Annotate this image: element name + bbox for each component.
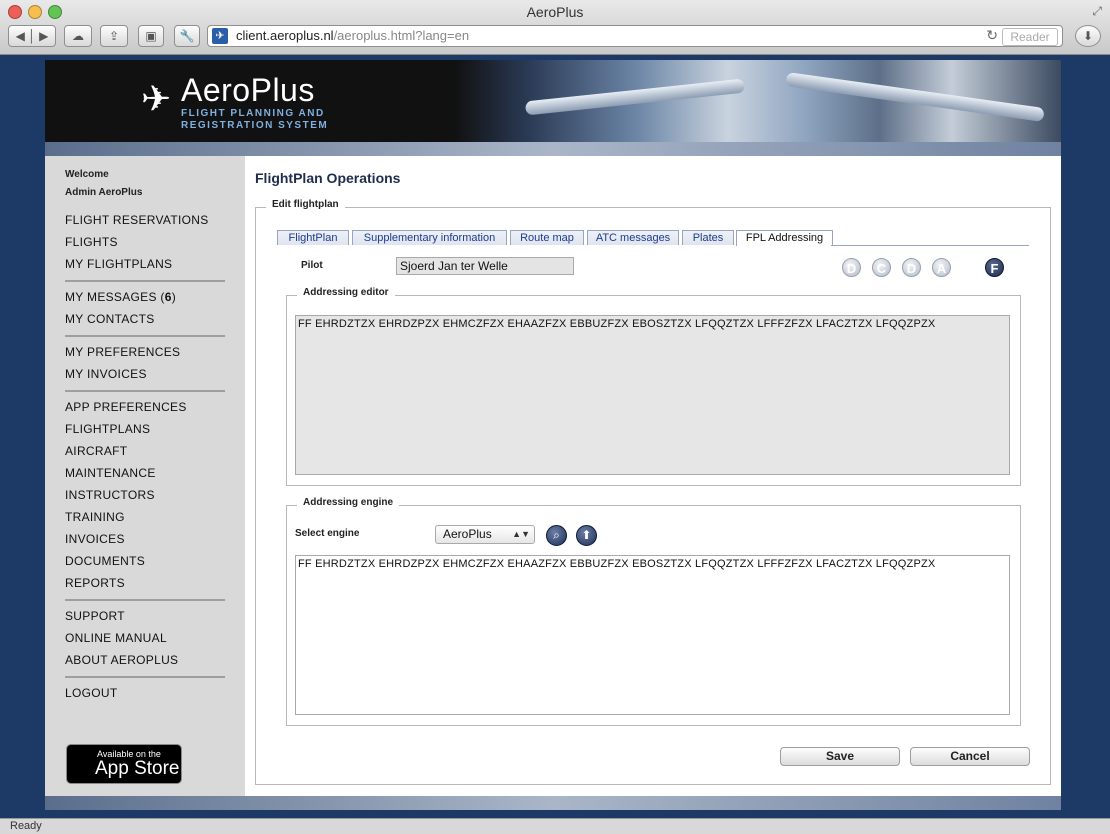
- propeller-blade-right: [785, 71, 1045, 123]
- browser-titlebar: AeroPlus ⤢ ◀ │ ▶ ☁ ⇪ ▣ 🔧 ✈ client.aeropl…: [0, 0, 1110, 55]
- save-button[interactable]: Save: [780, 747, 900, 766]
- tab-fpl-addressing[interactable]: FPL Addressing: [736, 230, 833, 246]
- sidebar-item-logout[interactable]: LOGOUT: [65, 686, 117, 700]
- tagline-line2: REGISTRATION SYSTEM: [181, 120, 329, 131]
- tagline-line1: FLIGHT PLANNING AND: [181, 108, 325, 119]
- sidebar-item-online-manual[interactable]: ONLINE MANUAL: [65, 631, 167, 645]
- sidebar-item-about-aeroplus[interactable]: ABOUT AEROPLUS: [65, 653, 178, 667]
- url-text[interactable]: client.aeroplus.nl/aeroplus.html?lang=en: [236, 28, 469, 43]
- tab-atc-messages[interactable]: ATC messages: [587, 230, 679, 245]
- my-messages-label: MY MESSAGES: [65, 290, 157, 304]
- sidebar-item-aircraft[interactable]: AIRCRAFT: [65, 444, 127, 458]
- sidebar-item-app-preferences[interactable]: APP PREFERENCES: [65, 400, 187, 414]
- tab-route-map[interactable]: Route map: [510, 230, 584, 245]
- site-banner: ✈ AeroPlus FLIGHT PLANNING AND REGISTRAT…: [45, 60, 1061, 142]
- sidebar-divider: [65, 390, 225, 392]
- sidebar-item-support[interactable]: SUPPORT: [65, 609, 125, 623]
- cancel-button[interactable]: Cancel: [910, 747, 1030, 766]
- sidebar-divider: [65, 280, 225, 282]
- tab-bar-baseline: [831, 245, 1029, 246]
- sidebar-divider: [65, 676, 225, 678]
- status-bar: Ready: [0, 818, 1110, 834]
- user-name: Admin AeroPlus: [65, 187, 143, 198]
- page-title: FlightPlan Operations: [255, 170, 401, 186]
- share-button[interactable]: ⇪: [100, 25, 128, 47]
- sidebar-item-reports[interactable]: REPORTS: [65, 576, 125, 590]
- addressing-engine-legend: Addressing engine: [297, 497, 400, 508]
- tools-button[interactable]: 🔧: [174, 25, 200, 47]
- screenshot-icon: ▣: [145, 29, 157, 43]
- logo-tagline: FLIGHT PLANNING AND REGISTRATION SYSTEM: [181, 108, 361, 132]
- engine-select-value: AeroPlus: [443, 527, 492, 541]
- sidebar-divider: [65, 599, 225, 601]
- status-c-icon[interactable]: C: [872, 258, 891, 277]
- cloud-icon: ☁: [72, 29, 84, 43]
- sidebar-item-flights[interactable]: FLIGHTS: [65, 235, 118, 249]
- sidebar-item-my-flightplans[interactable]: MY FLIGHTPLANS: [65, 257, 172, 271]
- footer-band: [45, 796, 1061, 810]
- reload-icon[interactable]: ↻: [986, 27, 998, 44]
- status-a-icon[interactable]: A: [932, 258, 951, 277]
- downloads-button[interactable]: ⬇: [1075, 25, 1101, 47]
- back-arrow-icon[interactable]: ◀: [16, 29, 25, 43]
- sidebar-divider: [65, 335, 225, 337]
- select-engine-label: Select engine: [295, 528, 360, 539]
- status-f-icon[interactable]: F: [985, 258, 1004, 277]
- back-forward-buttons[interactable]: ◀ │ ▶: [8, 25, 56, 47]
- sidebar-item-flightplans[interactable]: FLIGHTPLANS: [65, 422, 150, 436]
- edit-flightplan-legend: Edit flightplan: [266, 199, 345, 210]
- window-title: AeroPlus: [526, 4, 584, 20]
- search-engine-button[interactable]: ⌕: [546, 525, 567, 546]
- status-d2-icon[interactable]: D: [902, 258, 921, 277]
- sidebar-item-my-contacts[interactable]: MY CONTACTS: [65, 312, 155, 326]
- propeller-blade-left: [524, 78, 746, 116]
- main-content: FlightPlan Operations Edit flightplan Fl…: [245, 156, 1061, 796]
- addressing-editor-legend: Addressing editor: [297, 287, 395, 298]
- sidebar-item-my-invoices[interactable]: MY INVOICES: [65, 367, 147, 381]
- forward-arrow-icon[interactable]: ▶: [39, 29, 48, 43]
- banner-band: [45, 142, 1061, 156]
- arrow-up-icon: ⬆: [581, 528, 592, 542]
- pilot-field[interactable]: Sjoerd Jan ter Welle: [396, 257, 574, 275]
- address-bar[interactable]: ✈ client.aeroplus.nl/aeroplus.html?lang=…: [207, 25, 1063, 47]
- welcome-label: Welcome: [65, 169, 109, 180]
- engine-output-textarea[interactable]: FF EHRDZTZX EHRDZPZX EHMCZFZX EHAAZFZX E…: [295, 555, 1010, 715]
- engine-select[interactable]: AeroPlus ▲▼: [435, 525, 535, 544]
- logo-name: AeroPlus: [181, 72, 315, 108]
- sidebar: Welcome Admin AeroPlus FLIGHT RESERVATIO…: [45, 156, 245, 796]
- tab-supplementary-information[interactable]: Supplementary information: [352, 230, 507, 245]
- sidebar-item-documents[interactable]: DOCUMENTS: [65, 554, 145, 568]
- addressing-editor-textarea[interactable]: FF EHRDZTZX EHRDZPZX EHMCZFZX EHAAZFZX E…: [295, 315, 1010, 475]
- fullscreen-icon[interactable]: ⤢: [1092, 4, 1102, 19]
- welcome-block: Welcome Admin AeroPlus: [65, 166, 142, 202]
- sidebar-item-flight-reservations[interactable]: FLIGHT RESERVATIONS: [65, 213, 209, 227]
- reader-button[interactable]: Reader: [1002, 28, 1058, 46]
- sidebar-item-my-preferences[interactable]: MY PREFERENCES: [65, 345, 180, 359]
- sidebar-item-maintenance[interactable]: MAINTENANCE: [65, 466, 156, 480]
- pilot-label: Pilot: [301, 260, 323, 271]
- app-store-badge[interactable]: Available on the App Store: [66, 744, 182, 784]
- site-favicon-icon: ✈: [212, 28, 228, 44]
- propeller-photo: [455, 60, 1061, 142]
- screenshot-button[interactable]: ▣: [138, 25, 164, 47]
- icloud-tabs-button[interactable]: ☁: [64, 25, 92, 47]
- messages-count-badge: 6: [164, 290, 172, 304]
- sidebar-item-training[interactable]: TRAINING: [65, 510, 125, 524]
- tab-flightplan[interactable]: FlightPlan: [277, 230, 349, 245]
- download-icon: ⬇: [1082, 29, 1094, 43]
- tab-plates[interactable]: Plates: [682, 230, 734, 245]
- share-icon: ⇪: [108, 29, 120, 43]
- sidebar-item-instructors[interactable]: INSTRUCTORS: [65, 488, 155, 502]
- sidebar-item-invoices[interactable]: INVOICES: [65, 532, 125, 546]
- wrench-icon: 🔧: [179, 29, 195, 43]
- apply-engine-button[interactable]: ⬆: [576, 525, 597, 546]
- appstore-big-text: App Store: [95, 758, 180, 779]
- airplane-logo-icon: ✈: [141, 78, 172, 119]
- sidebar-item-my-messages[interactable]: MY MESSAGES (6): [65, 290, 176, 304]
- status-d-icon[interactable]: D: [842, 258, 861, 277]
- select-arrows-icon: ▲▼: [512, 529, 530, 539]
- search-icon: ⌕: [553, 528, 560, 542]
